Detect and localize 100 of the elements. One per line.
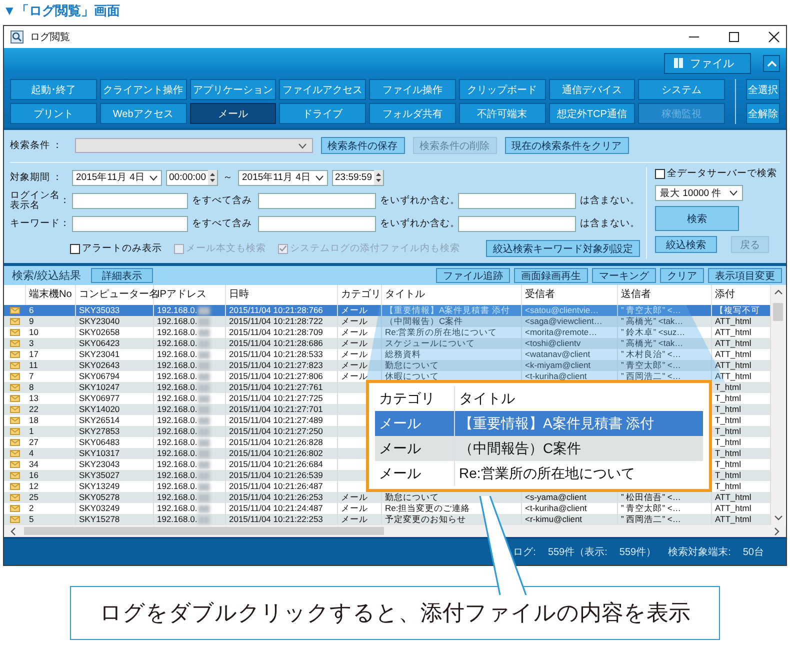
mail-title-cell: （中間報告）C案件	[385, 316, 464, 327]
computer-name-cell: SKY06423	[79, 338, 120, 349]
ip-address-cell: 192.168.0.	[157, 404, 198, 415]
computer-name-cell: SKY10317	[79, 448, 120, 459]
terminal-number-cell: 11	[29, 360, 38, 371]
ip-address-cell: 192.168.0.	[157, 448, 198, 459]
sender-cell: ” 松田信吾” <…	[621, 492, 681, 503]
status-text: ログ:	[513, 546, 536, 559]
recipient-cell: <saga@viewclient…	[525, 316, 602, 327]
condition-text: をいずれか含む。	[380, 194, 454, 207]
terminal-number-cell: 3	[29, 338, 34, 349]
terminal-number-cell: 8	[29, 382, 34, 393]
ip-address-cell: 192.168.0.	[157, 426, 198, 437]
sender-cell: ” 西岡浩二” <…	[621, 371, 681, 382]
condition-text: をすべて含み	[192, 217, 253, 230]
status-text: 559件（表示:	[548, 546, 608, 559]
condition-text: は含まない。	[580, 194, 640, 207]
date-time-cell: 2015/11/04 10:21:27:725	[229, 393, 323, 404]
category-cell: メール	[341, 360, 368, 371]
checkbox-label: 全データサーバーで検索	[667, 167, 777, 180]
date-time-cell: 2015/11/04 10:21:22:253	[229, 514, 323, 525]
column-header: タイトル	[458, 390, 516, 408]
category-cell: メール	[341, 316, 368, 327]
computer-name-cell: SKY14020	[79, 404, 120, 415]
attachment-cell: ATT_html	[715, 514, 752, 525]
computer-name-cell: SKY02643	[79, 360, 120, 371]
sender-cell: ” 高橋光” <tak…	[621, 338, 684, 349]
date-time-cell: 2015/11/04 10:21:27:823	[229, 360, 323, 371]
terminal-number-cell: 22	[29, 404, 38, 415]
terminal-number-cell: 17	[29, 349, 38, 360]
date-time-cell: 2015/11/04 10:21:26:828	[229, 437, 323, 448]
attachment-cell: T_html	[715, 459, 741, 470]
ip-address-cell: 192.168.0.	[157, 415, 198, 426]
status-text: 559件）	[619, 546, 656, 559]
checkbox-label: システムログの添付ファイル内も検索	[290, 242, 460, 255]
terminal-number-cell: 34	[29, 459, 38, 470]
sender-cell: ” 青空太郎” <…	[621, 503, 681, 514]
status-text: 50台	[742, 546, 764, 559]
attachment-cell: ATT_html	[715, 371, 752, 382]
attachment-cell: T_html	[715, 426, 741, 437]
range-separator: ～	[222, 171, 234, 184]
ip-address-cell: 192.168.0.	[157, 316, 198, 327]
terminal-number-cell: 4	[29, 448, 34, 459]
attachment-cell: 【複写不可	[715, 305, 760, 316]
category-cell: メール	[341, 492, 368, 503]
recipient-cell: <r-kimu@client	[525, 514, 582, 525]
date-time-cell: 2015/11/04 10:21:28:722	[229, 316, 323, 327]
terminal-number-cell: 16	[29, 470, 38, 481]
recipient-cell: <watanav@client	[525, 349, 590, 360]
attachment-cell: ATT_html	[715, 349, 752, 360]
screen-heading: ▼「ログ閲覧」画面	[2, 2, 121, 20]
attachment-cell: T_html	[715, 393, 741, 404]
condition-text: は含まない。	[580, 217, 640, 230]
date-time-cell: 2015/11/04 10:21:27:701	[229, 404, 323, 415]
status-text: 検索対象端末:	[668, 546, 731, 559]
sender-cell: ” 鈴木卓” <suz…	[621, 327, 686, 338]
ip-address-cell: 192.168.0.	[157, 437, 198, 448]
recipient-cell: <satou@clientvie…	[525, 305, 599, 316]
terminal-number-cell: 2	[29, 503, 34, 514]
attachment-cell: T_html	[715, 382, 741, 393]
mail-title-cell: Re:担当変更のご連絡	[385, 503, 470, 514]
computer-name-cell: SKY26514	[79, 415, 120, 426]
date-time-cell: 2015/11/04 10:21:24:487	[229, 503, 323, 514]
mail-title-cell-text: 【重要情報】A案件見積書 添付	[458, 414, 656, 432]
results-title: 検索/絞込結果	[12, 268, 82, 283]
computer-name-cell: SKY06794	[79, 371, 120, 382]
computer-name-cell: SKY35033	[79, 305, 120, 316]
terminal-number-cell: 13	[29, 393, 38, 404]
date-time-cell: 2015/11/04 10:21:28:533	[229, 349, 323, 360]
attachment-cell: T_html	[715, 437, 741, 448]
ip-address-cell: 192.168.0.	[157, 514, 198, 525]
category-cell: メール	[341, 305, 368, 316]
attachment-cell: ATT_html	[715, 360, 752, 371]
category-cell: メール	[341, 514, 368, 525]
ip-address-cell: 192.168.0.	[157, 349, 198, 360]
category-cell: メール	[341, 327, 368, 338]
computer-name-cell: SKY27853	[79, 426, 120, 437]
ip-address-cell: 192.168.0.	[157, 393, 198, 404]
computer-name-cell: SKY06977	[79, 393, 120, 404]
ip-address-cell: 192.168.0.	[157, 481, 198, 492]
date-time-cell: 2015/11/04 10:21:27:761	[229, 382, 323, 393]
date-time-cell: 2015/11/04 10:21:28:709	[229, 327, 323, 338]
mail-title-cell-text: （中間報告）C案件	[458, 440, 582, 458]
ip-address-cell: 192.168.0.	[157, 327, 198, 338]
mail-title-cell: 勤怠について	[385, 492, 439, 503]
date-time-cell: 2015/11/04 10:21:26:487	[229, 481, 323, 492]
category-cell: メール	[341, 338, 368, 349]
computer-name-cell: SKY23043	[79, 459, 120, 470]
sender-cell: ” 青空太郎” <…	[621, 360, 681, 371]
attachment-cell: ATT_html	[715, 327, 752, 338]
date-time-cell: 2015/11/04 10:21:27:250	[229, 426, 323, 437]
sender-cell: ” 高橋光” <tak…	[621, 316, 684, 327]
date-time-cell: 2015/11/04 10:21:27:806	[229, 371, 323, 382]
terminal-number-cell: 18	[29, 415, 38, 426]
attachment-cell: ATT_html	[715, 503, 752, 514]
colon-label: ：	[60, 218, 70, 228]
computer-name-cell: SKY13249	[79, 481, 120, 492]
ip-address-cell: 192.168.0.	[157, 492, 198, 503]
computer-name-cell: SKY35027	[79, 470, 120, 481]
mail-title-cell-text: Re:営業所の所在地について	[458, 464, 636, 482]
